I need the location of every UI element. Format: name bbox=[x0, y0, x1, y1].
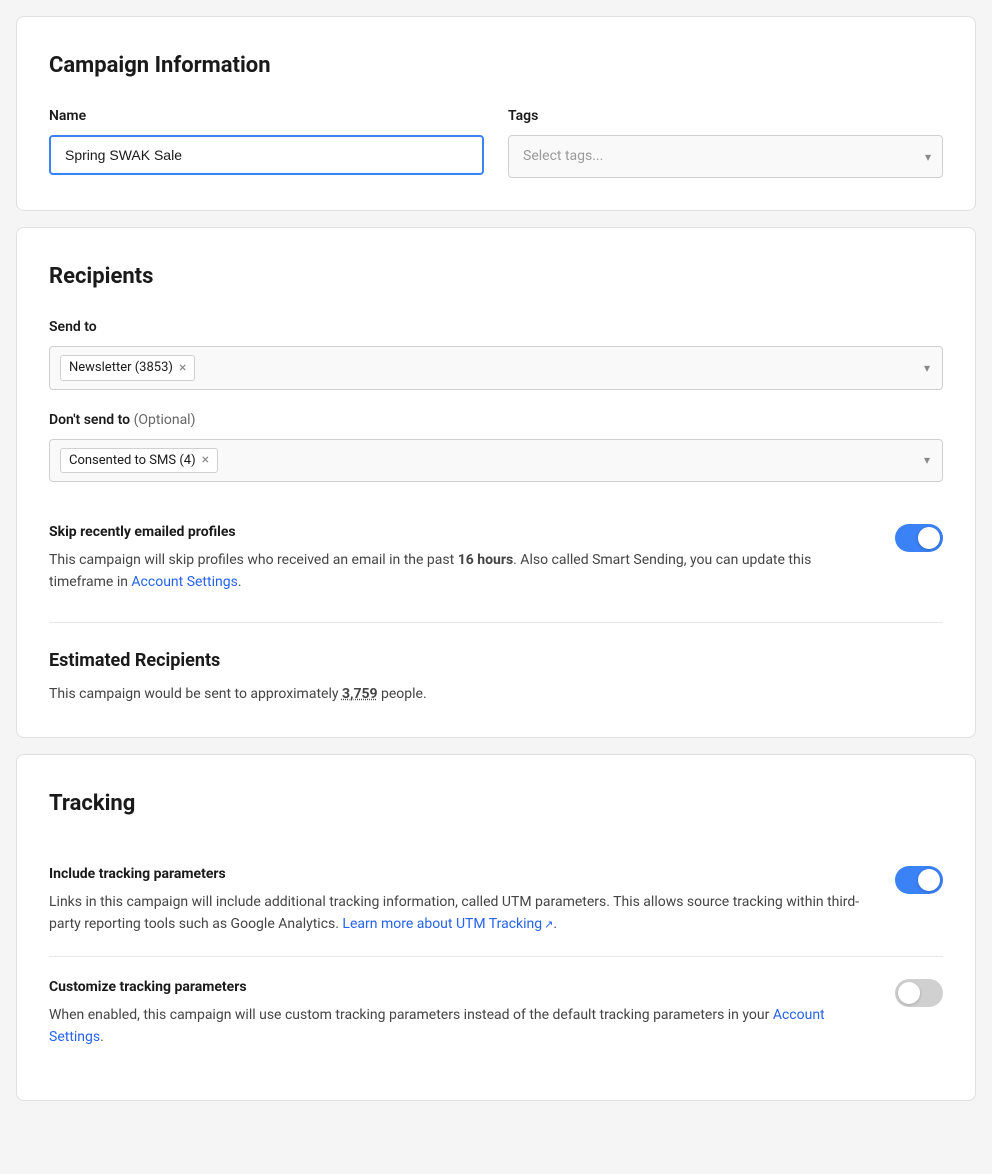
send-to-chip-remove[interactable]: × bbox=[179, 361, 186, 375]
external-link-icon: ↗ bbox=[544, 918, 553, 931]
estimated-recipients-section: Estimated Recipients This campaign would… bbox=[49, 631, 943, 705]
dont-send-chip-label: Consented to SMS (4) bbox=[69, 451, 196, 471]
tags-placeholder: Select tags... bbox=[523, 148, 603, 164]
send-to-chip: Newsletter (3853) × bbox=[60, 355, 195, 381]
estimated-recipients-title: Estimated Recipients bbox=[49, 647, 943, 674]
include-tracking-row: Include tracking parameters Links in thi… bbox=[49, 844, 943, 956]
recipients-card: Recipients Send to Newsletter (3853) × ▾… bbox=[16, 227, 976, 738]
campaign-information-title: Campaign Information bbox=[49, 49, 943, 82]
dont-send-to-section: Don't send to (Optional) Consented to SM… bbox=[49, 410, 943, 483]
send-to-chevron-icon: ▾ bbox=[924, 359, 930, 377]
send-to-chip-label: Newsletter (3853) bbox=[69, 358, 173, 378]
tags-select-wrapper[interactable]: Select tags... ▾ bbox=[508, 135, 943, 178]
tracking-title: Tracking bbox=[49, 787, 943, 820]
smart-sending-title: Skip recently emailed profiles bbox=[49, 522, 871, 543]
customize-tracking-desc-end: . bbox=[100, 1029, 104, 1045]
include-tracking-title: Include tracking parameters bbox=[49, 864, 871, 885]
include-tracking-desc-end: . bbox=[553, 916, 557, 932]
dont-send-to-label: Don't send to (Optional) bbox=[49, 410, 943, 431]
customize-tracking-desc: When enabled, this campaign will use cus… bbox=[49, 1004, 871, 1049]
smart-sending-slider bbox=[895, 524, 943, 552]
smart-sending-hours: 16 hours bbox=[458, 552, 513, 568]
customize-tracking-row: Customize tracking parameters When enabl… bbox=[49, 956, 943, 1069]
estimated-desc-part2: people. bbox=[378, 686, 427, 702]
dont-send-optional-label: (Optional) bbox=[134, 412, 196, 428]
include-tracking-content: Include tracking parameters Links in thi… bbox=[49, 864, 871, 936]
customize-tracking-desc-part1: When enabled, this campaign will use cus… bbox=[49, 1007, 773, 1023]
recipients-divider bbox=[49, 622, 943, 623]
include-tracking-slider bbox=[895, 866, 943, 894]
campaign-information-card: Campaign Information Name Tags Select ta… bbox=[16, 16, 976, 211]
dont-send-to-select[interactable]: Consented to SMS (4) × ▾ bbox=[49, 439, 943, 483]
include-tracking-desc: Links in this campaign will include addi… bbox=[49, 891, 871, 936]
tags-select[interactable]: Select tags... bbox=[508, 135, 943, 178]
smart-sending-desc-end: . bbox=[238, 574, 242, 590]
smart-sending-desc-part1: This campaign will skip profiles who rec… bbox=[49, 552, 458, 568]
customize-tracking-slider bbox=[895, 979, 943, 1007]
send-to-section: Send to Newsletter (3853) × ▾ bbox=[49, 317, 943, 390]
estimated-count: 3,759 bbox=[342, 686, 378, 702]
smart-sending-content: Skip recently emailed profiles This camp… bbox=[49, 522, 871, 594]
customize-tracking-title: Customize tracking parameters bbox=[49, 977, 871, 998]
dont-send-chip-remove[interactable]: × bbox=[202, 453, 209, 467]
include-tracking-toggle[interactable] bbox=[895, 866, 943, 894]
customize-tracking-toggle[interactable] bbox=[895, 979, 943, 1007]
smart-sending-desc: This campaign will skip profiles who rec… bbox=[49, 549, 871, 594]
name-label: Name bbox=[49, 106, 484, 127]
campaign-form-row: Name Tags Select tags... ▾ bbox=[49, 106, 943, 178]
dont-send-chip: Consented to SMS (4) × bbox=[60, 448, 218, 474]
estimated-desc-part1: This campaign would be sent to approxima… bbox=[49, 686, 342, 702]
smart-sending-row: Skip recently emailed profiles This camp… bbox=[49, 502, 943, 614]
customize-tracking-content: Customize tracking parameters When enabl… bbox=[49, 977, 871, 1049]
name-input[interactable] bbox=[49, 135, 484, 175]
name-field-group: Name bbox=[49, 106, 484, 175]
dont-send-chevron-icon: ▾ bbox=[924, 451, 930, 469]
smart-sending-account-settings-link[interactable]: Account Settings bbox=[131, 574, 237, 590]
tracking-card: Tracking Include tracking parameters Lin… bbox=[16, 754, 976, 1102]
recipients-title: Recipients bbox=[49, 260, 943, 293]
send-to-label: Send to bbox=[49, 317, 943, 338]
tags-label: Tags bbox=[508, 106, 943, 127]
utm-tracking-link[interactable]: Learn more about UTM Tracking↗ bbox=[342, 916, 553, 932]
estimated-recipients-desc: This campaign would be sent to approxima… bbox=[49, 684, 943, 705]
smart-sending-toggle[interactable] bbox=[895, 524, 943, 552]
send-to-select[interactable]: Newsletter (3853) × ▾ bbox=[49, 346, 943, 390]
tags-field-group: Tags Select tags... ▾ bbox=[508, 106, 943, 178]
